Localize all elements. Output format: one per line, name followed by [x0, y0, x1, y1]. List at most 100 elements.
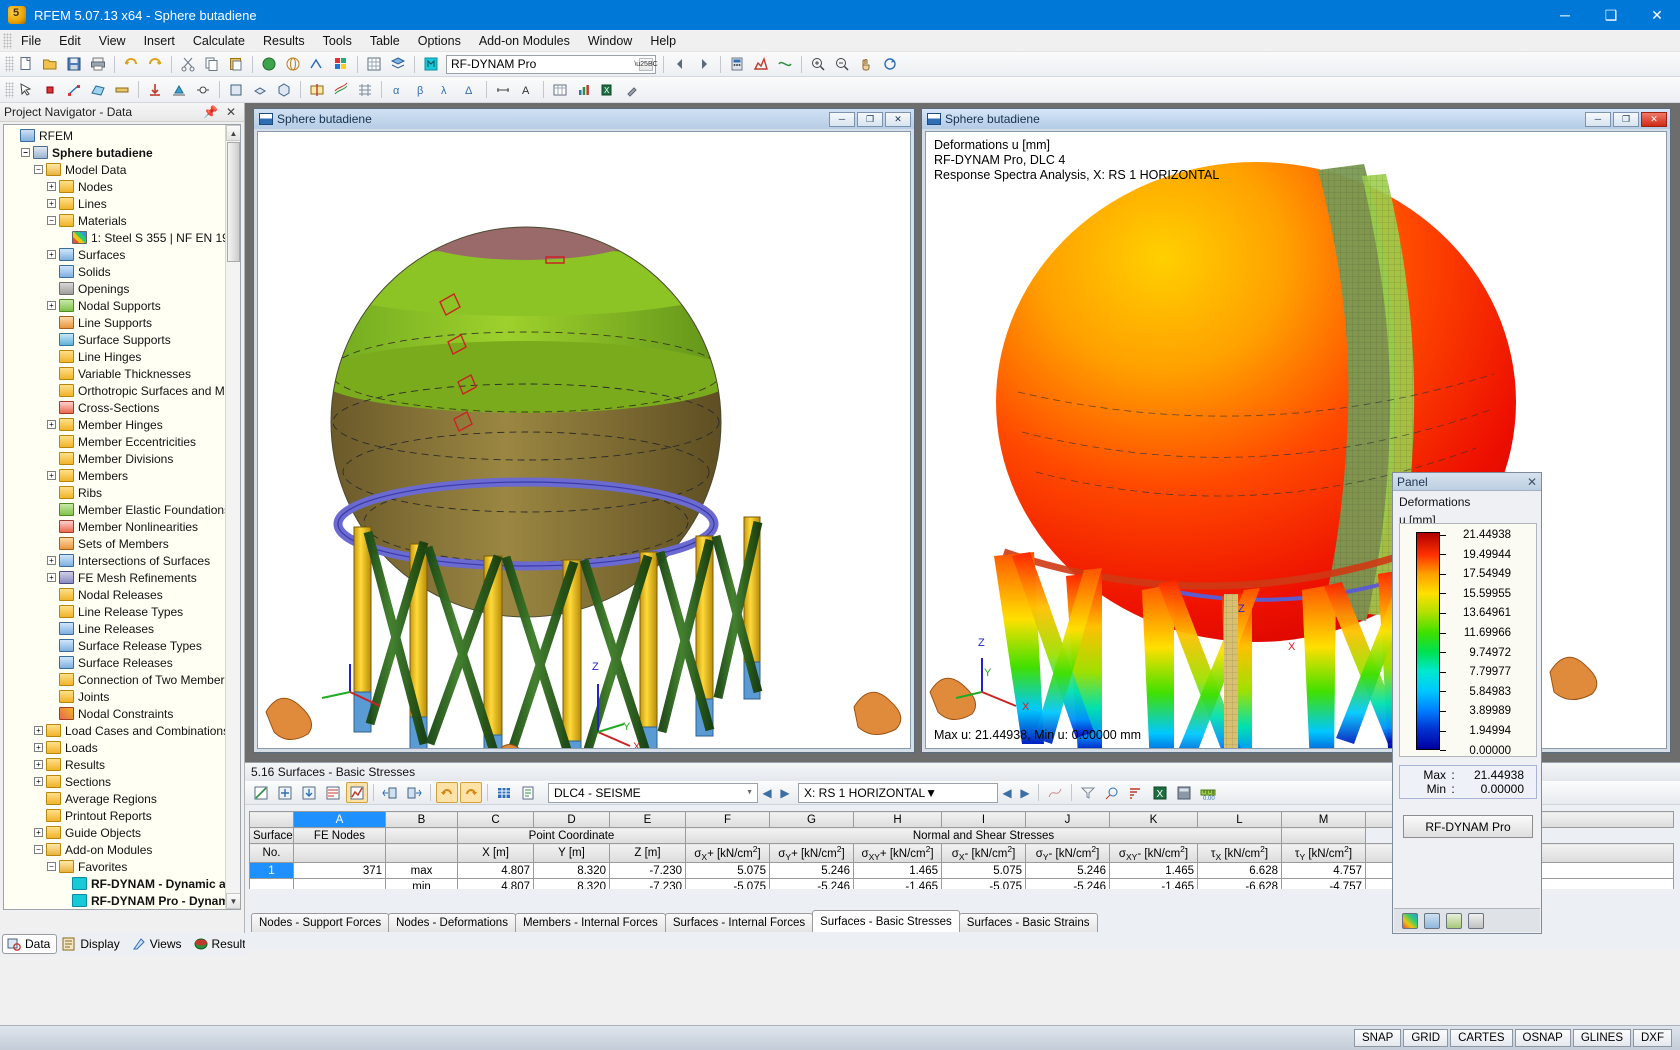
result-case-combo[interactable]: X: RS 1 HORIZONTAL ▼ — [798, 783, 998, 803]
tree-item-favorites[interactable]: −Favorites — [4, 858, 226, 875]
deform-icon[interactable] — [774, 54, 796, 75]
table-sort-icon[interactable] — [1125, 782, 1147, 803]
tree-item-loads[interactable]: +Loads — [4, 739, 226, 756]
section-icon[interactable] — [306, 79, 328, 100]
expand-icon[interactable]: + — [47, 182, 56, 191]
tree-item-connection-of-two-members[interactable]: Connection of Two Members — [4, 671, 226, 688]
panel-colors-icon[interactable] — [1402, 913, 1418, 929]
tree-item-model-data[interactable]: −Model Data — [4, 161, 226, 178]
grid-column-header-d[interactable]: D — [534, 812, 610, 828]
panel-filter-icon[interactable] — [1446, 913, 1462, 929]
table-undo-icon[interactable] — [436, 782, 458, 803]
load-case-combo[interactable]: DLC4 - SEISME ▼ — [548, 783, 758, 803]
cell-fe-node[interactable]: 371 — [294, 863, 386, 879]
support-icon[interactable] — [168, 79, 190, 100]
tree-item-load-cases-and-combinations[interactable]: +Load Cases and Combinations — [4, 722, 226, 739]
cell-value[interactable]: 1.465 — [854, 863, 942, 879]
tree-item-rfem[interactable]: RFEM — [4, 127, 226, 144]
tree-item-results[interactable]: +Results — [4, 756, 226, 773]
mesh-icon[interactable] — [354, 79, 376, 100]
tree-item-rf-steel-surfaces-general-s[interactable]: RF-STEEL Surfaces - General s — [4, 909, 226, 910]
grid-column-header-i[interactable]: I — [942, 812, 1026, 828]
zoom-in-icon[interactable] — [807, 54, 829, 75]
model-view-minimize[interactable]: ─ — [829, 112, 855, 127]
tree-item-surfaces[interactable]: +Surfaces — [4, 246, 226, 263]
copy-icon[interactable] — [201, 54, 223, 75]
tree-item-rf-dynam-pro-dynam[interactable]: RF-DYNAM Pro - Dynam — [4, 892, 226, 909]
view-front-icon[interactable] — [225, 79, 247, 100]
collapse-icon[interactable]: − — [34, 845, 43, 854]
collapse-icon[interactable]: − — [21, 148, 30, 157]
navtab-views[interactable]: Views — [127, 934, 189, 954]
tree-item-surface-releases[interactable]: Surface Releases — [4, 654, 226, 671]
grid-column-header-j[interactable]: J — [1026, 812, 1110, 828]
model-3d-render[interactable]: Z Y X — [258, 132, 911, 749]
cell-value[interactable]: -5.246 — [770, 879, 854, 889]
minimize-button[interactable]: ─ — [1542, 0, 1588, 30]
table-tab-surfaces-basic-strains[interactable]: Surfaces - Basic Strains — [959, 913, 1098, 932]
results-view-canvas[interactable]: Z Y X Z X Deformations u [mm] RF-DYNAM P… — [925, 131, 1667, 749]
tree-item-member-divisions[interactable]: Member Divisions — [4, 450, 226, 467]
cell-extreme-type[interactable]: min — [386, 879, 458, 889]
model-view-restore[interactable]: ❐ — [857, 112, 883, 127]
collapse-icon[interactable]: − — [47, 216, 56, 225]
addon-module-combo[interactable]: RF-DYNAM Pro \u25BC — [446, 55, 656, 74]
table-insert-icon[interactable] — [274, 782, 296, 803]
color-scale-box[interactable]: 21.4493819.4994417.5494915.5995513.64961… — [1399, 523, 1537, 757]
tree-item-openings[interactable]: Openings — [4, 280, 226, 297]
table-next-block-icon[interactable] — [403, 782, 425, 803]
dimension-icon[interactable] — [492, 79, 514, 100]
tree-item-member-elastic-foundations[interactable]: Member Elastic Foundations — [4, 501, 226, 518]
tree-item-add-on-modules[interactable]: −Add-on Modules — [4, 841, 226, 858]
expand-icon[interactable]: + — [34, 726, 43, 735]
cell-value[interactable]: -5.246 — [1026, 879, 1110, 889]
lines-icon[interactable] — [306, 54, 328, 75]
expand-icon[interactable]: + — [47, 573, 56, 582]
cell-fe-node[interactable] — [294, 879, 386, 889]
grid-icon[interactable] — [363, 54, 385, 75]
menu-results[interactable]: Results — [254, 31, 314, 51]
cell-value[interactable]: 8.320 — [534, 863, 610, 879]
grid-column-header-h[interactable]: H — [854, 812, 942, 828]
expand-icon[interactable]: + — [34, 743, 43, 752]
results-view-titlebar[interactable]: Sphere butadiene ─ ❐ ✕ — [922, 109, 1670, 129]
tree-item-line-supports[interactable]: Line Supports — [4, 314, 226, 331]
status-toggle-snap[interactable]: SNAP — [1354, 1029, 1401, 1047]
cell-value[interactable]: 4.807 — [458, 863, 534, 879]
load-icon[interactable] — [144, 79, 166, 100]
results-view-restore[interactable]: ❐ — [1613, 112, 1639, 127]
expand-icon[interactable]: + — [47, 301, 56, 310]
greek-beta-icon[interactable]: β — [411, 79, 433, 100]
table-down-icon[interactable] — [298, 782, 320, 803]
scrollbar-thumb[interactable] — [227, 142, 240, 262]
model-view-close[interactable]: ✕ — [885, 112, 911, 127]
load-case-next-icon[interactable]: ▶ — [776, 784, 794, 802]
close-button[interactable]: ✕ — [1634, 0, 1680, 30]
surface-tool-icon[interactable] — [87, 79, 109, 100]
table-tab-nodes-support-forces[interactable]: Nodes - Support Forces — [251, 913, 389, 932]
pan-icon[interactable] — [855, 54, 877, 75]
expand-icon[interactable]: + — [47, 420, 56, 429]
wireframe-icon[interactable] — [282, 54, 304, 75]
tree-item-members[interactable]: +Members — [4, 467, 226, 484]
collapse-icon[interactable]: − — [34, 165, 43, 174]
cell-value[interactable]: 5.075 — [942, 863, 1026, 879]
table-diagram-icon[interactable] — [1044, 782, 1066, 803]
model-view-canvas[interactable]: Z Y X — [257, 131, 911, 749]
tree-item-lines[interactable]: +Lines — [4, 195, 226, 212]
tree-item-nodal-supports[interactable]: +Nodal Supports — [4, 297, 226, 314]
tree-item-line-releases[interactable]: Line Releases — [4, 620, 226, 637]
open-icon[interactable] — [39, 54, 61, 75]
panel-close-icon[interactable]: ✕ — [1527, 475, 1537, 489]
expand-icon[interactable]: + — [34, 760, 43, 769]
next-icon[interactable] — [693, 54, 715, 75]
navigator-scrollbar[interactable]: ▲ ▼ — [225, 125, 240, 909]
grid-column-header-l[interactable]: L — [1198, 812, 1282, 828]
member-tool-icon[interactable] — [111, 79, 133, 100]
results-view-close[interactable]: ✕ — [1641, 112, 1667, 127]
results-icon[interactable] — [750, 54, 772, 75]
menu-view[interactable]: View — [90, 31, 135, 51]
tree-item-printout-reports[interactable]: Printout Reports — [4, 807, 226, 824]
pin-icon[interactable]: 📌 — [203, 105, 218, 119]
tree-item-joints[interactable]: Joints — [4, 688, 226, 705]
